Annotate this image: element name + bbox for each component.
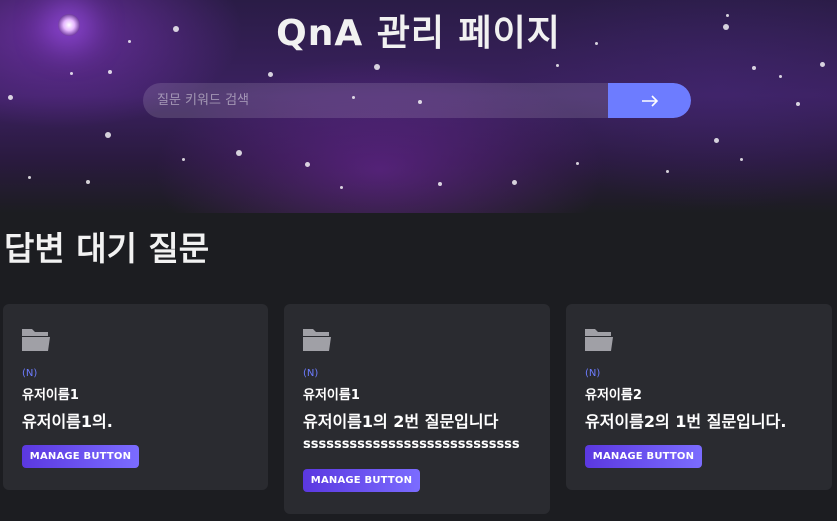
star [305,162,310,167]
star [86,180,90,184]
question-title: 유저이름1의 2번 질문입니다 [303,412,499,431]
star [8,95,13,100]
star [268,72,273,77]
username: 유저이름1 [22,388,79,403]
folder-icon [585,329,613,351]
star [374,64,380,70]
new-badge: (N) [303,368,319,379]
search-input[interactable] [143,83,608,118]
manage-button[interactable]: MANAGE BUTTON [585,445,702,468]
folder-icon [22,329,50,351]
search-bar [143,83,691,118]
folder-icon [303,329,331,351]
star [105,132,111,138]
manage-button[interactable]: MANAGE BUTTON [303,469,420,492]
star [714,138,719,143]
hero-banner: QnA 관리 페이지 [0,0,837,213]
star [70,72,73,75]
section-title: 답변 대기 질문 [4,229,210,268]
new-badge: (N) [22,368,38,379]
star [556,64,559,67]
star [28,176,31,179]
question-card: (N) 유저이름2 유저이름2의 1번 질문입니다. MANAGE BUTTON [566,304,832,490]
star [438,182,442,186]
star [576,162,579,165]
new-badge: (N) [585,368,601,379]
star [666,170,669,173]
arrow-right-icon [641,94,658,107]
star [182,158,185,161]
question-card: (N) 유저이름1 유저이름1의. MANAGE BUTTON [3,304,268,490]
question-title: 유저이름1의. [22,412,113,431]
star [236,150,242,156]
star [340,186,343,189]
username: 유저이름1 [303,388,360,403]
search-button[interactable] [608,83,691,118]
star [752,66,756,70]
star [820,62,825,67]
question-body: ssssssssssssssssssssssssssss [303,437,520,452]
star [108,70,112,74]
page-title: QnA 관리 페이지 [276,13,561,54]
star [512,180,517,185]
star [779,75,782,78]
username: 유저이름2 [585,388,642,403]
question-card: (N) 유저이름1 유저이름1의 2번 질문입니다 ssssssssssssss… [284,304,550,514]
star [740,158,743,161]
manage-button[interactable]: MANAGE BUTTON [22,445,139,468]
question-title: 유저이름2의 1번 질문입니다. [585,412,787,431]
star [796,102,800,106]
